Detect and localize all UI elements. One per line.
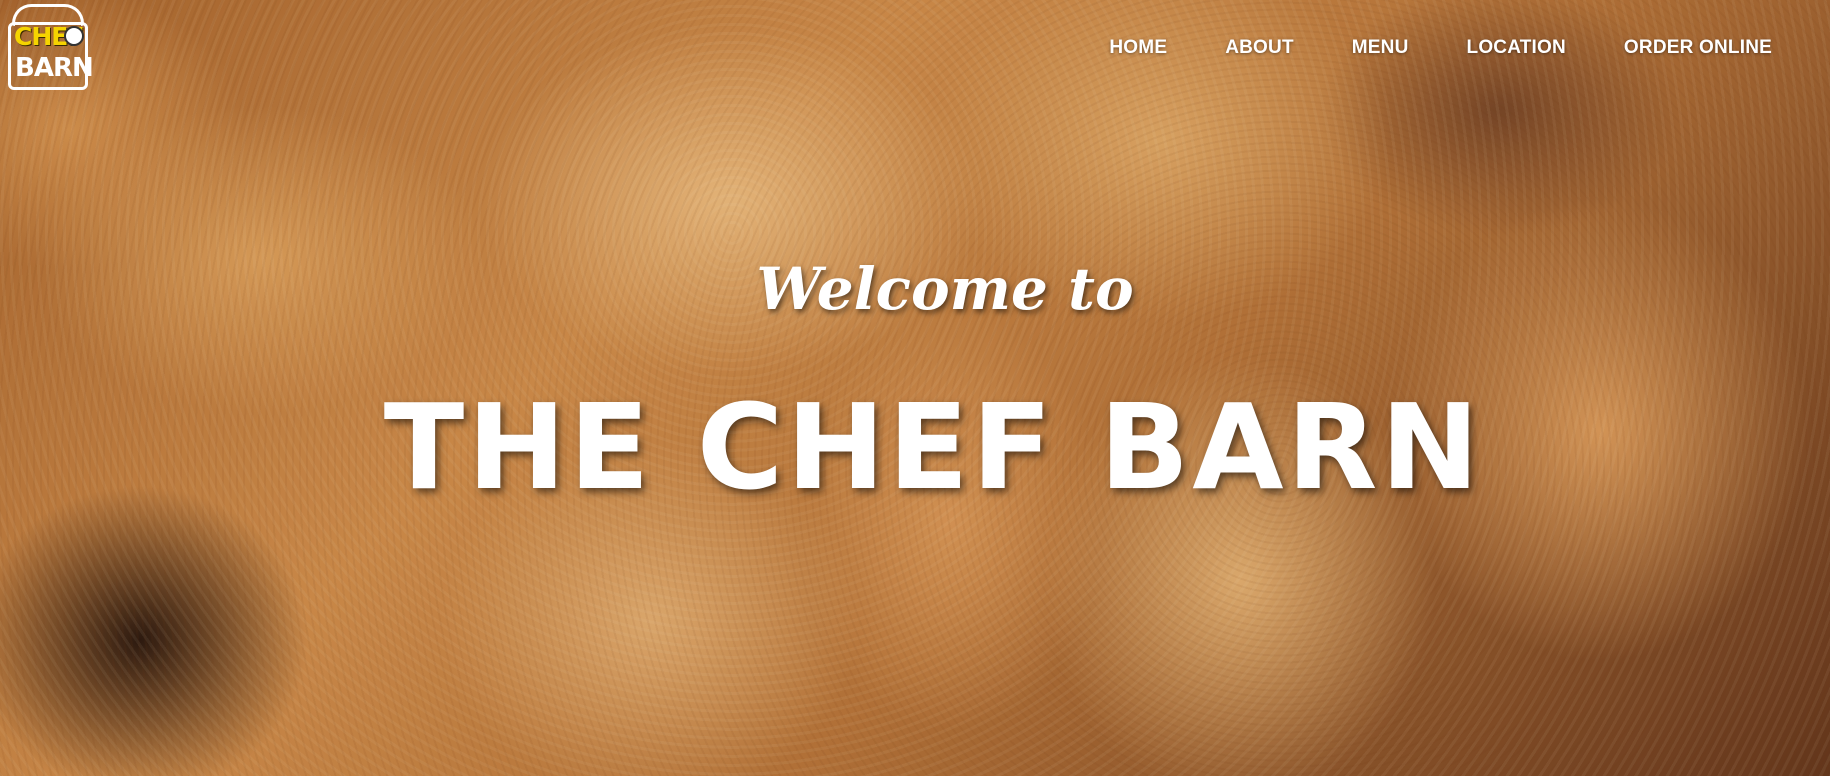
logo-text-barn: BARN	[15, 53, 94, 83]
chef-face-icon	[64, 26, 84, 46]
nav-menu-link[interactable]: MENU	[1352, 36, 1409, 60]
site-logo[interactable]: CHEF BARN	[6, 4, 94, 92]
hero-welcome-text: Welcome to	[756, 255, 1134, 323]
nav-location-link[interactable]: LOCATION	[1467, 36, 1566, 60]
main-navigation: HOME ABOUT MENU LOCATION ORDER ONLINE	[1051, 36, 1772, 60]
nav-about-link[interactable]: ABOUT	[1225, 36, 1294, 60]
nav-order-online-link[interactable]: ORDER ONLINE	[1624, 36, 1772, 60]
hero-section: CHEF BARN HOME ABOUT MENU LOCATION ORDER…	[0, 0, 1830, 776]
nav-home-link[interactable]: HOME	[1109, 36, 1167, 60]
hero-title: THE CHEF BARN	[383, 378, 1483, 516]
